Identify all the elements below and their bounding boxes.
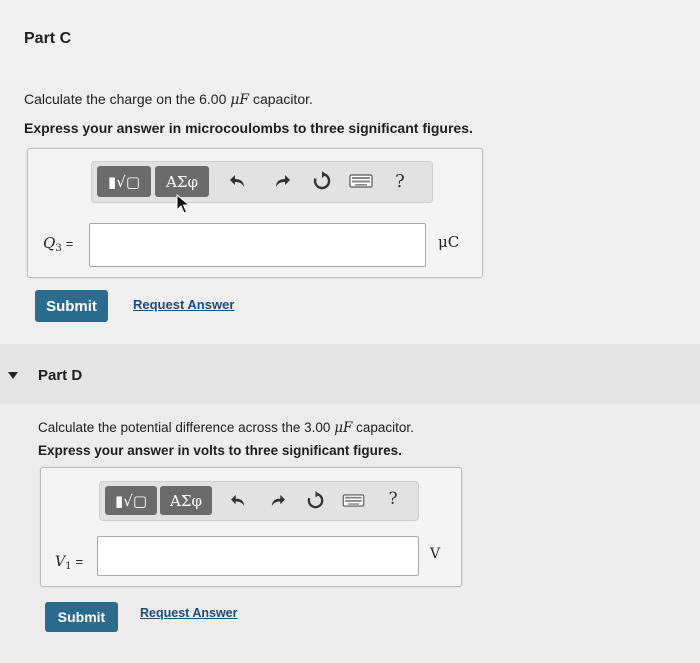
part-d-question: Calculate the potential difference acros…: [38, 420, 414, 436]
templates-icon[interactable]: ▮√▢: [97, 166, 151, 197]
part-d-header-band: [0, 344, 700, 404]
greek-symbols-icon[interactable]: ΑΣφ: [155, 166, 209, 197]
mouse-pointer-icon: [176, 193, 191, 219]
help-icon[interactable]: ?: [385, 488, 401, 510]
part-c-question-unit: μF: [230, 92, 250, 108]
q3-variable-label: Q3 =: [43, 234, 74, 254]
part-d-submit-button[interactable]: Submit: [45, 602, 118, 632]
part-c-math-toolbar: ▮√▢ ΑΣφ ?: [91, 161, 433, 203]
undo-arrow-icon[interactable]: [228, 170, 248, 192]
v1-variable-label: V1 =: [55, 554, 84, 572]
v1-unit-label: V: [430, 546, 441, 562]
reset-icon[interactable]: [304, 489, 326, 511]
part-d-answer-box: ▮√▢ ΑΣφ ? V1 = V: [40, 467, 462, 587]
greek-symbols-icon[interactable]: ΑΣφ: [160, 486, 212, 515]
caret-down-icon[interactable]: [8, 372, 18, 379]
v1-answer-input[interactable]: [97, 536, 419, 576]
part-d-instruction: Express your answer in volts to three si…: [38, 443, 402, 458]
part-c-submit-button[interactable]: Submit: [35, 290, 108, 322]
templates-icon[interactable]: ▮√▢: [105, 486, 157, 515]
redo-arrow-icon[interactable]: [267, 489, 287, 511]
part-c-question-prefix: Calculate the charge on the 6.00: [24, 91, 231, 107]
part-c-header-band: [0, 0, 700, 78]
part-c-answer-box: ▮√▢ ΑΣφ ? Q3 = μC: [27, 148, 483, 278]
part-c-request-answer-link[interactable]: Request Answer: [133, 297, 234, 312]
part-d-question-suffix: capacitor.: [352, 420, 414, 435]
q3-answer-input[interactable]: [89, 223, 426, 267]
part-c-title[interactable]: Part C: [24, 30, 71, 48]
part-d-request-answer-link[interactable]: Request Answer: [140, 606, 237, 620]
part-c-instruction: Express your answer in microcoulombs to …: [24, 120, 473, 136]
q3-unit-label: μC: [438, 233, 460, 251]
keyboard-icon[interactable]: [348, 170, 374, 192]
part-d-math-toolbar: ▮√▢ ΑΣφ ?: [99, 481, 419, 521]
part-c-question-suffix: capacitor.: [249, 91, 313, 107]
keyboard-icon[interactable]: [340, 489, 366, 511]
part-d-title[interactable]: Part D: [38, 367, 82, 384]
part-c-question: Calculate the charge on the 6.00 μF capa…: [24, 91, 313, 108]
undo-arrow-icon[interactable]: [228, 489, 248, 511]
part-d-question-prefix: Calculate the potential difference acros…: [38, 420, 335, 435]
part-d-question-unit: μF: [334, 420, 353, 436]
redo-arrow-icon[interactable]: [272, 170, 292, 192]
help-icon[interactable]: ?: [392, 170, 408, 192]
reset-icon[interactable]: [311, 170, 333, 192]
